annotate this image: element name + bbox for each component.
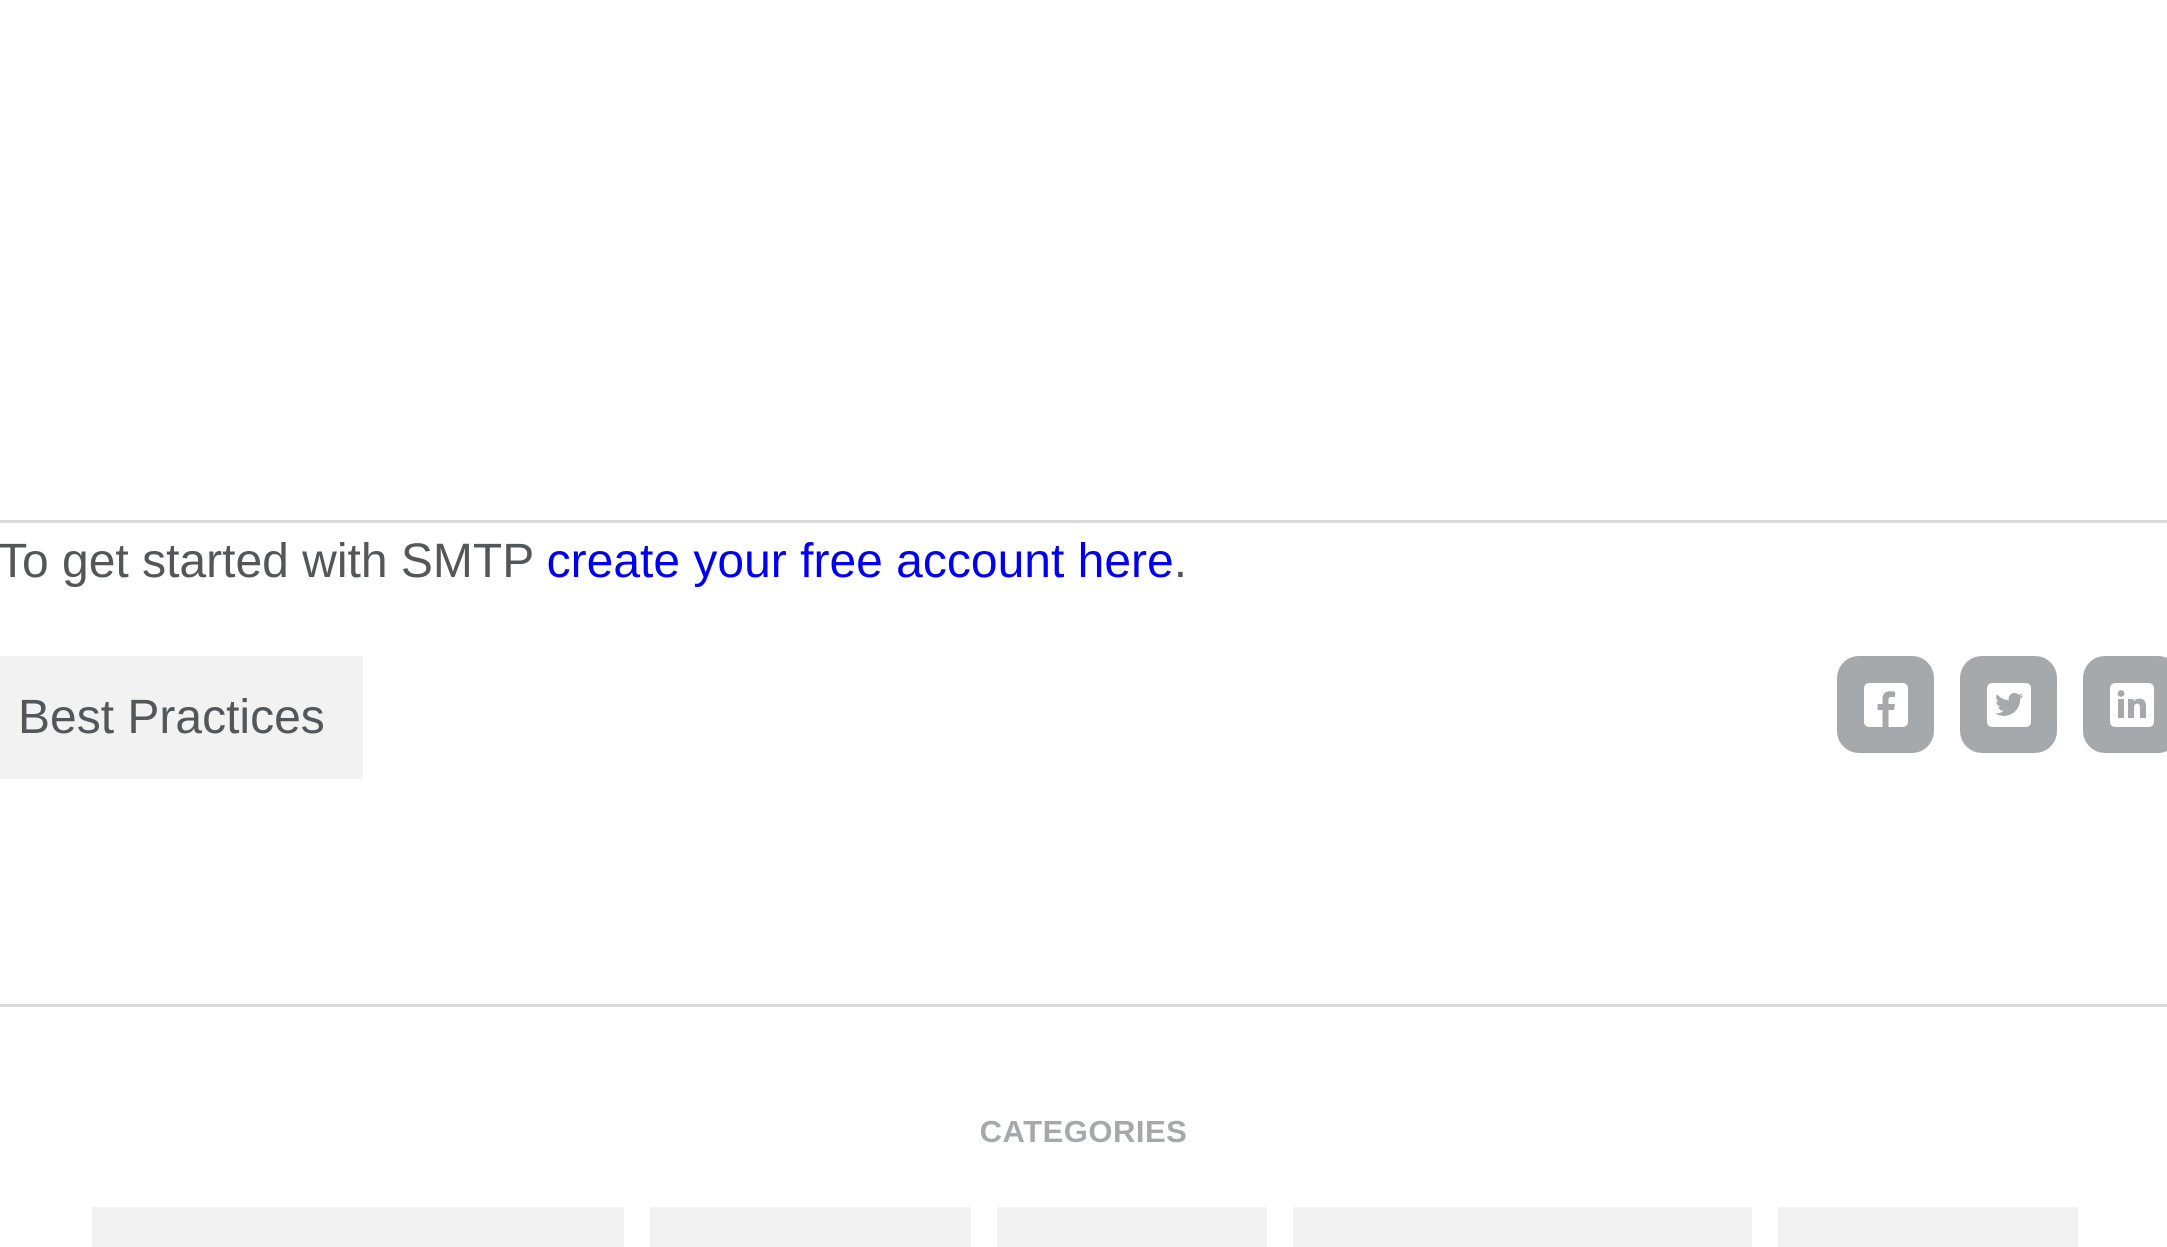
bottom-divider [0, 1004, 2167, 1007]
cta-suffix: . [1173, 535, 1188, 588]
category-item[interactable] [650, 1207, 971, 1247]
share-twitter-button[interactable] [1960, 656, 2057, 753]
cta-text: To get started with SMTP create your fre… [0, 532, 1187, 592]
category-item[interactable] [1778, 1207, 2078, 1247]
share-facebook-button[interactable] [1837, 656, 1934, 753]
category-item[interactable] [997, 1207, 1267, 1247]
share-linkedin-button[interactable] [2083, 656, 2167, 753]
category-item[interactable] [92, 1207, 624, 1247]
tag-label: Best Practices [18, 691, 325, 744]
tag-best-practices[interactable]: Best Practices [0, 656, 363, 779]
facebook-icon [1863, 682, 1908, 727]
cta-prefix: To get started with SMTP [0, 535, 547, 588]
create-account-link[interactable]: create your free account here [547, 535, 1174, 588]
linkedin-icon [2109, 682, 2154, 727]
top-divider [0, 520, 2167, 523]
category-item[interactable] [1293, 1207, 1752, 1247]
categories-heading: CATEGORIES [979, 1114, 1188, 1149]
twitter-icon [1986, 682, 2031, 727]
